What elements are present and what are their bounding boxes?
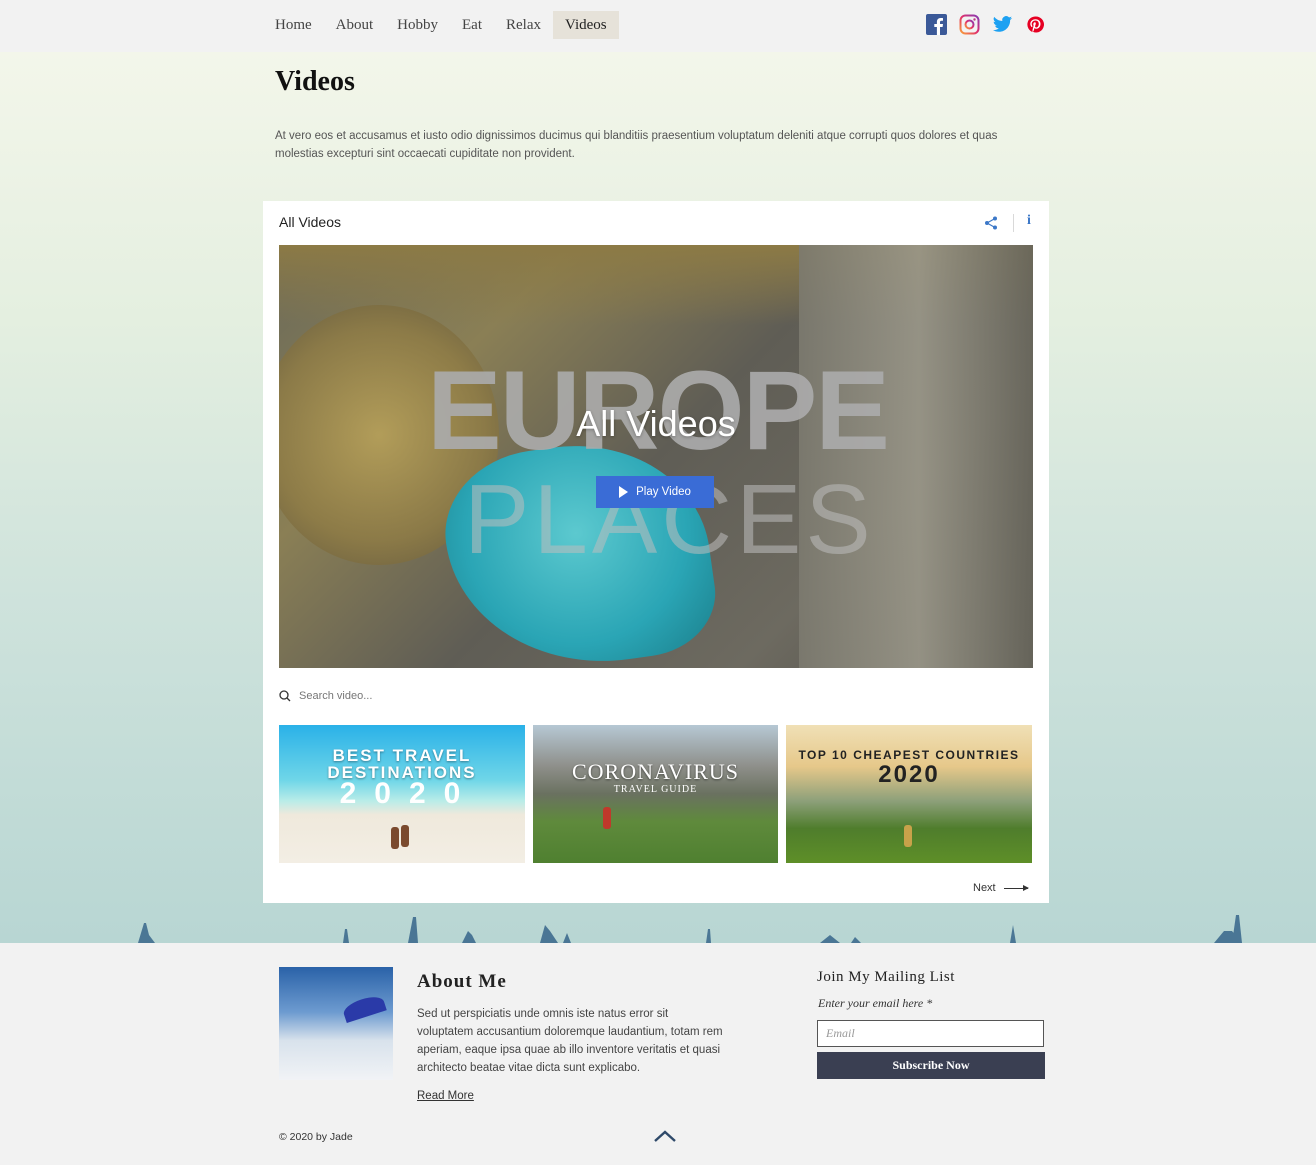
- toolbar-divider: [1013, 214, 1014, 232]
- nav-item-hobby[interactable]: Hobby: [385, 11, 450, 39]
- share-icon[interactable]: [983, 215, 999, 231]
- thumbnail-caption: 2020: [339, 777, 479, 810]
- nav-item-eat[interactable]: Eat: [450, 11, 494, 39]
- social-bar: [926, 14, 1046, 35]
- about-photo: [279, 967, 393, 1080]
- thumbnail-caption: CORONAVIRUS: [571, 759, 740, 784]
- nav-item-home[interactable]: Home: [263, 11, 324, 39]
- facebook-icon[interactable]: [926, 14, 947, 35]
- boats-decoration: [138, 915, 1242, 943]
- thumbnail-caption: BEST TRAVEL DESTINATIONS: [327, 746, 477, 782]
- person-figure: [391, 827, 399, 849]
- widget-title: All Videos: [279, 214, 342, 230]
- search-icon: [279, 690, 291, 702]
- copyright: © 2020 by Jade: [279, 1131, 353, 1143]
- pinterest-icon[interactable]: [1025, 14, 1046, 35]
- twitter-icon[interactable]: [992, 14, 1013, 35]
- main-nav: Home About Hobby Eat Relax Videos: [263, 11, 619, 39]
- info-icon[interactable]: i: [1027, 213, 1031, 229]
- paraglider-shape: [341, 992, 387, 1024]
- next-label: Next: [973, 882, 996, 894]
- email-label: Enter your email here *: [818, 996, 933, 1010]
- back-to-top-button[interactable]: [654, 1129, 676, 1143]
- instagram-icon[interactable]: [959, 14, 980, 35]
- email-field[interactable]: [817, 1020, 1044, 1047]
- subscribe-button[interactable]: Subscribe Now: [817, 1052, 1045, 1079]
- person-figure: [904, 825, 912, 847]
- video-thumbnail[interactable]: BEST TRAVEL DESTINATIONS 2020: [279, 725, 525, 863]
- video-thumbnail[interactable]: TOP 10 CHEAPEST COUNTRIES 2020: [786, 725, 1032, 863]
- thumbnail-caption: TOP 10 CHEAPEST COUNTRIES: [798, 748, 1020, 762]
- arrow-right-icon: [1003, 884, 1029, 891]
- nav-item-videos[interactable]: Videos: [553, 11, 619, 39]
- nav-item-about[interactable]: About: [324, 11, 386, 39]
- player-overlay-title: All Videos: [576, 403, 736, 444]
- video-gallery-widget: All Videos i EUROPE PLACES All Videos Pl…: [263, 201, 1049, 903]
- about-title: About Me: [417, 971, 507, 992]
- next-button[interactable]: Next: [973, 882, 1029, 894]
- video-thumbnail-list: BEST TRAVEL DESTINATIONS 2020 CORONAVIRU…: [279, 725, 1032, 863]
- play-icon: [619, 486, 629, 498]
- person-figure: [401, 825, 409, 847]
- page-title: Videos: [275, 66, 355, 97]
- thumbnail-caption: 2020: [878, 761, 940, 788]
- footer: About Me Sed ut perspiciatis unde omnis …: [0, 943, 1316, 1165]
- thumbnail-caption: TRAVEL GUIDE: [613, 784, 698, 795]
- video-thumbnail[interactable]: CORONAVIRUS TRAVEL GUIDE: [533, 725, 778, 863]
- video-player[interactable]: EUROPE PLACES All Videos Play Video: [279, 245, 1033, 668]
- mailing-list-title: Join My Mailing List: [817, 969, 955, 985]
- read-more-link[interactable]: Read More: [417, 1090, 474, 1102]
- top-bar: Home About Hobby Eat Relax Videos: [0, 0, 1316, 52]
- nav-item-relax[interactable]: Relax: [494, 11, 553, 39]
- play-video-button[interactable]: Play Video: [596, 476, 714, 508]
- page-intro: At vero eos et accusamus et iusto odio d…: [275, 130, 998, 160]
- chevron-up-icon: [654, 1130, 676, 1142]
- video-search: [279, 687, 579, 705]
- person-figure: [603, 807, 611, 829]
- about-text: Sed ut perspiciatis unde omnis iste natu…: [417, 1008, 723, 1074]
- search-input[interactable]: [299, 690, 559, 702]
- play-video-label: Play Video: [636, 486, 691, 498]
